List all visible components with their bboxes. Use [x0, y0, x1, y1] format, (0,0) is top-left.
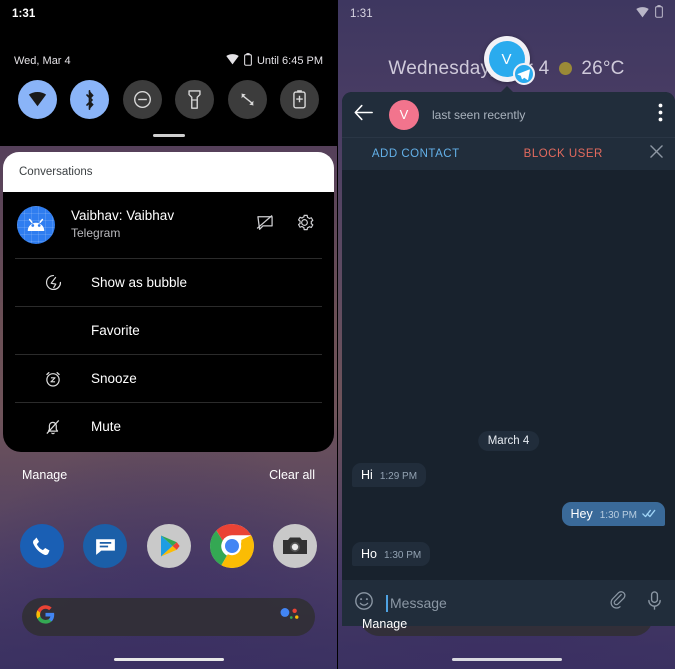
wifi-icon: [636, 5, 649, 23]
mute-bell-icon: [41, 418, 65, 436]
qs-tile-wifi[interactable]: [18, 80, 57, 119]
android-robot-icon: [17, 206, 55, 244]
status-bar: 1:31: [0, 0, 337, 28]
status-bar-clock: 1:31: [12, 8, 36, 20]
notification-app-name: Telegram: [71, 226, 121, 241]
conversations-section-header: Conversations: [3, 152, 334, 192]
shade-drag-handle[interactable]: [152, 134, 185, 137]
qs-tile-auto-rotate[interactable]: [227, 80, 267, 119]
gear-icon[interactable]: [295, 213, 314, 237]
composer-icons: [609, 590, 663, 616]
contact-avatar[interactable]: V: [389, 99, 419, 130]
date-separator: March 4: [477, 431, 540, 451]
notification-actions: [255, 213, 320, 238]
battery-icon: [244, 53, 252, 69]
snooze-icon: [41, 370, 65, 388]
block-user-button[interactable]: BLOCK USER: [490, 148, 638, 160]
notification-title: Vaibhav: Vaibhav: [71, 208, 175, 224]
battery-status-text: Until 6:45 PM: [256, 55, 323, 67]
message-bubble-incoming: Ho 1:30 PM: [352, 542, 431, 566]
message-input[interactable]: Message: [386, 594, 609, 612]
manage-button[interactable]: Manage: [362, 617, 407, 631]
notification-card: Vaibhav: Vaibhav Telegram Show as bubble: [3, 192, 334, 452]
contact-action-banner: ADD CONTACT BLOCK USER: [342, 137, 675, 170]
clear-all-button[interactable]: Clear all: [269, 468, 315, 482]
message-bubble-outgoing: Hey 1:30 PM: [561, 502, 665, 526]
text-caret: [386, 594, 388, 612]
shade-header: Wed, Mar 4 Until 6:45 PM: [0, 50, 337, 72]
notification-text: Vaibhav: Vaibhav Telegram: [71, 208, 255, 241]
menu-item-favorite[interactable]: Favorite: [15, 306, 322, 354]
status-bar: 1:31: [338, 0, 675, 28]
dock-icon-play-store[interactable]: [146, 524, 191, 568]
close-icon[interactable]: [637, 145, 675, 163]
chat-bubble-avatar[interactable]: V: [483, 36, 535, 85]
message-time: 1:29 PM: [379, 471, 418, 482]
assistant-icon[interactable]: [279, 607, 301, 628]
navigation-handle[interactable]: [113, 658, 224, 661]
contact-status: last seen recently: [432, 107, 526, 122]
menu-item-snooze[interactable]: Snooze: [15, 354, 322, 402]
google-search-bar[interactable]: [22, 598, 315, 636]
sun-icon: [558, 62, 572, 75]
manage-button[interactable]: Manage: [22, 468, 67, 482]
notification-footer: Manage Clear all: [0, 468, 337, 482]
silence-icon[interactable]: [255, 213, 275, 238]
qs-tile-flashlight[interactable]: [175, 80, 215, 119]
emoji-icon[interactable]: [354, 591, 374, 616]
battery-icon: [655, 5, 663, 23]
widget-day: Wednesday,: [388, 58, 495, 79]
notification-row[interactable]: Vaibhav: Vaibhav Telegram: [3, 192, 334, 258]
telegram-chat-panel: V last seen recently ADD CONTACT BLOCK U…: [342, 92, 675, 626]
message-input-placeholder: Message: [390, 595, 447, 611]
shade-status-area: Until 6:45 PM: [226, 53, 323, 69]
widget-temperature: 26°C: [581, 58, 625, 79]
back-arrow-icon[interactable]: [354, 104, 373, 126]
message-text: Hi: [361, 468, 373, 482]
menu-item-mute[interactable]: Mute: [15, 402, 322, 450]
message-time: 1:30 PM: [599, 510, 637, 521]
message-list: March 4 Hi 1:29 PM Hey 1:30 PM Ho 1:30 P…: [342, 171, 675, 580]
status-bar-clock: 1:31: [350, 8, 373, 20]
quick-settings-row: [0, 80, 337, 119]
message-text: Ho: [361, 547, 377, 561]
menu-item-label: Snooze: [91, 371, 137, 386]
message-time: 1:30 PM: [383, 550, 422, 561]
menu-item-label: Mute: [91, 419, 122, 434]
qs-tile-battery-saver[interactable]: [279, 80, 319, 119]
telegram-icon: [512, 63, 535, 85]
dock-icon-camera[interactable]: [273, 524, 317, 568]
microphone-icon[interactable]: [646, 590, 663, 616]
message-text: Hey: [570, 507, 593, 521]
chat-header: V last seen recently: [342, 92, 675, 137]
menu-item-label: Show as bubble: [91, 275, 188, 290]
dock-icon-messages[interactable]: [83, 524, 128, 568]
dock-icon-chrome[interactable]: [209, 524, 254, 568]
conversations-label: Conversations: [19, 166, 93, 178]
shade-date: Wed, Mar 4: [14, 55, 71, 67]
read-receipt-icon: [642, 509, 656, 518]
right-screen: 1:31 Wednesday, Mar 4 26°C V V la: [338, 0, 675, 669]
app-dock: [0, 524, 337, 568]
wifi-icon: [226, 54, 239, 68]
notification-panel: Conversations Vaibhav: Vaibhav Telegram …: [3, 152, 334, 452]
status-bar-icons: [636, 5, 663, 23]
menu-item-label: Favorite: [91, 323, 140, 338]
menu-item-show-as-bubble[interactable]: Show as bubble: [15, 258, 322, 306]
paperclip-icon[interactable]: [609, 591, 628, 615]
dock-icon-phone[interactable]: [20, 524, 64, 568]
qs-tile-do-not-disturb[interactable]: [122, 80, 162, 119]
bubble-pointer: [500, 86, 513, 92]
bubble-icon: [41, 274, 65, 291]
navigation-handle[interactable]: [451, 658, 562, 661]
left-screen: 1:31 Wed, Mar 4 Until 6:45 PM Conversati…: [0, 0, 337, 669]
more-vert-icon[interactable]: [658, 103, 663, 127]
google-g-icon: [36, 605, 55, 629]
qs-tile-bluetooth[interactable]: [70, 80, 110, 119]
add-contact-button[interactable]: ADD CONTACT: [342, 148, 490, 160]
message-bubble-incoming: Hi 1:29 PM: [352, 463, 427, 487]
